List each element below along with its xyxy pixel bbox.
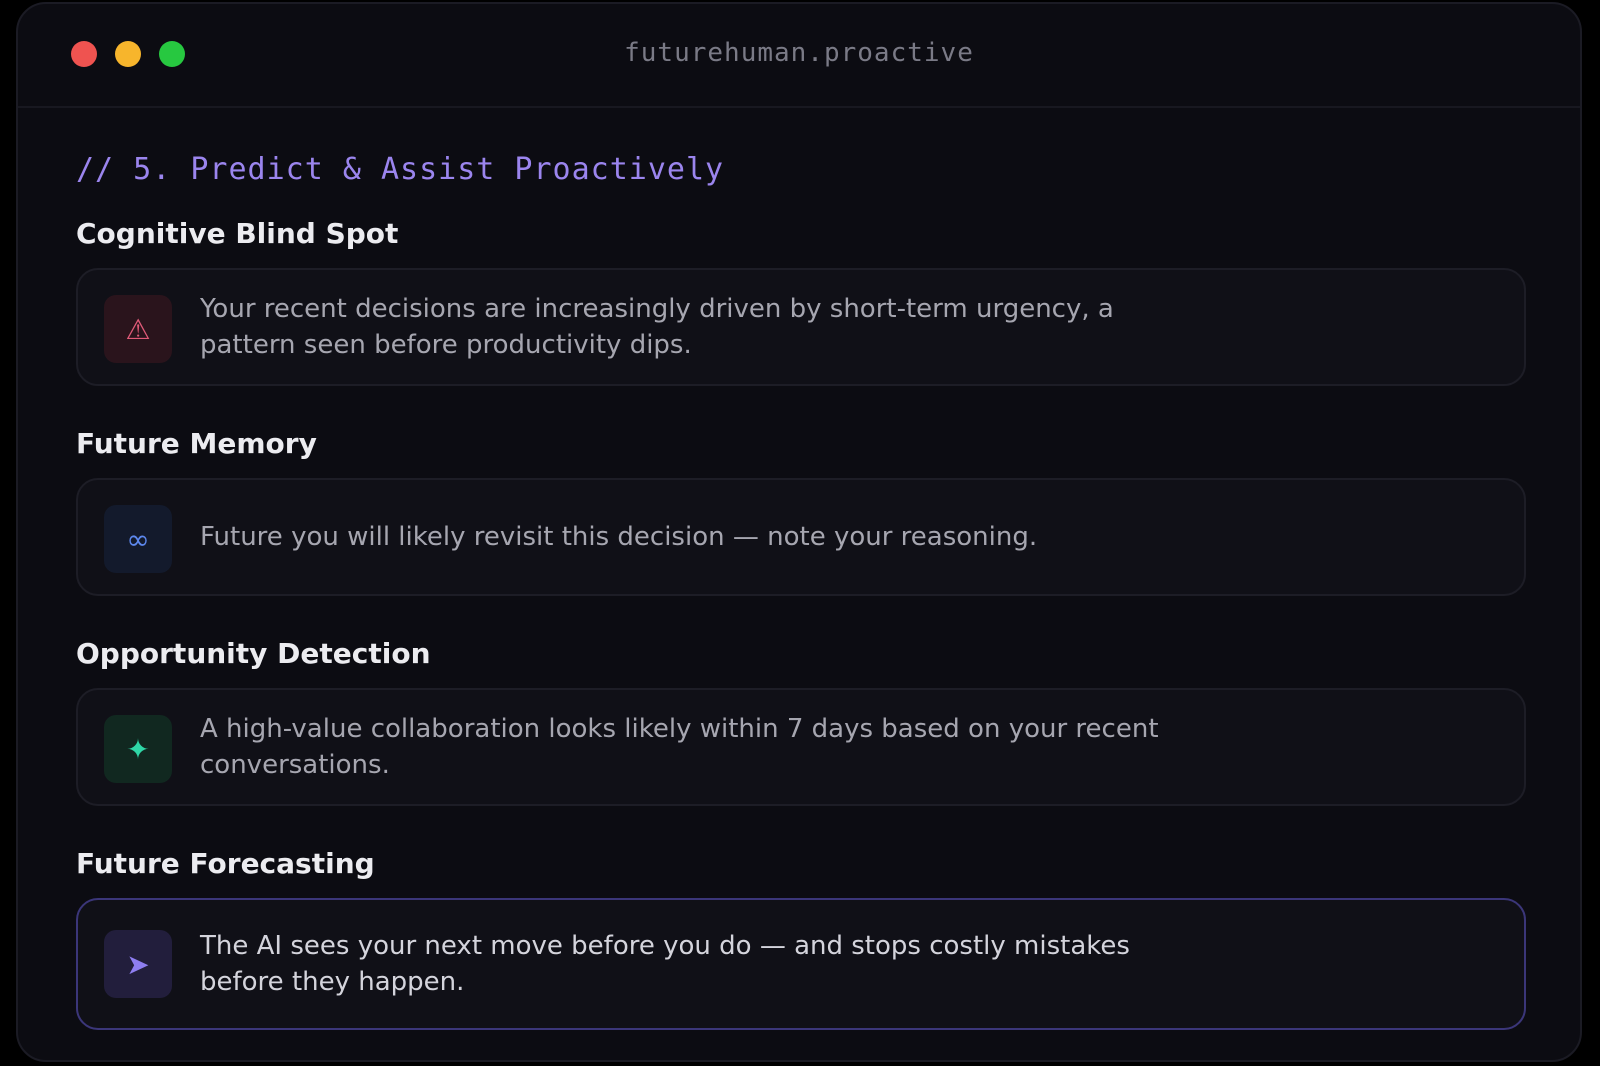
card-text: A high-value collaboration looks likely … [200,714,1159,780]
card-text: Your recent decisions are increasingly d… [200,294,1114,360]
sparkle-icon: ✦ [104,715,172,783]
heading-future-memory: Future Memory [76,427,317,460]
warning-icon: ⚠ [104,295,172,363]
infinity-icon: ∞ [104,505,172,573]
card-text: The AI sees your next move before you do… [200,931,1130,997]
card-text: Future you will likely revisit this deci… [200,522,1038,552]
heading-cognitive-blind-spot: Cognitive Blind Spot [76,217,399,250]
card-cognitive-blind-spot: ⚠ Your recent decisions are increasingly… [76,268,1526,386]
arrow-icon: ➤ [104,930,172,998]
app-window: futurehuman.proactive // 5. Predict & As… [16,2,1582,1062]
section-comment: // 5. Predict & Assist Proactively [76,152,725,187]
main-content: // 5. Predict & Assist Proactively Cogni… [76,150,1526,1030]
heading-opportunity-detection: Opportunity Detection [76,637,431,670]
window-title: futurehuman.proactive [624,38,974,68]
card-opportunity-detection: ✦ A high-value collaboration looks likel… [76,688,1526,806]
heading-future-forecasting: Future Forecasting [76,847,375,880]
title-bar: futurehuman.proactive [18,4,1580,108]
card-future-forecasting: ➤ The AI sees your next move before you … [76,898,1526,1030]
card-future-memory: ∞ Future you will likely revisit this de… [76,478,1526,596]
